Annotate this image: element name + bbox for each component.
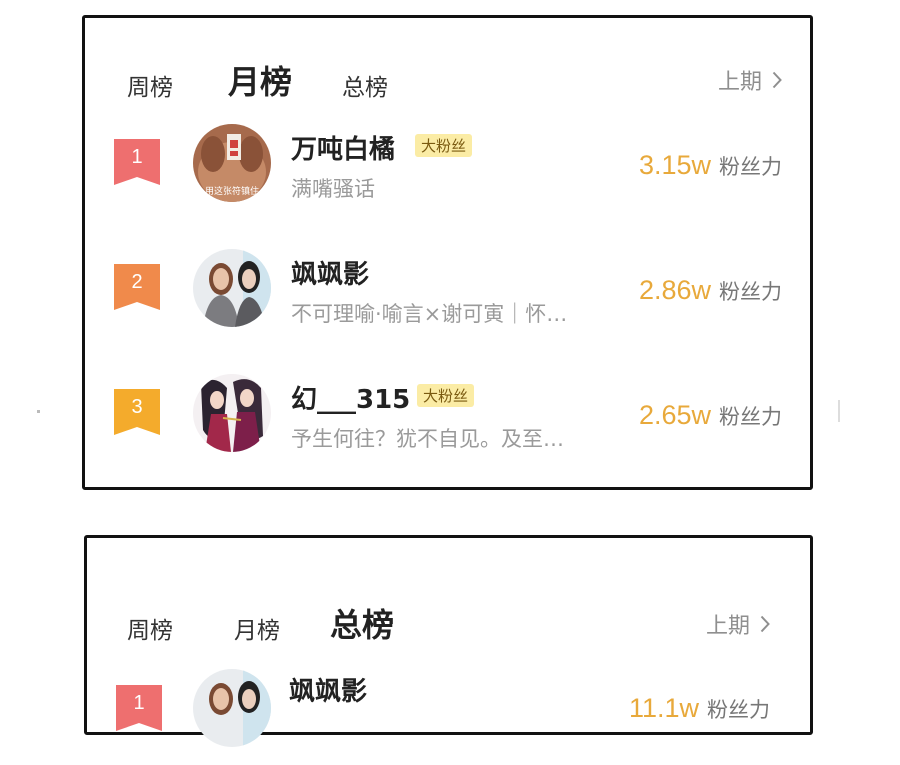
avatar[interactable]: 用这张符镇住 — [193, 124, 271, 202]
previous-period-label: 上期 — [705, 614, 750, 639]
fan-power-value: 11.1w — [628, 693, 699, 723]
user-bio: 不可理喻·喻言×谢可寅｜怀… — [291, 302, 568, 326]
avatar[interactable] — [193, 374, 271, 452]
user-name[interactable]: 幻___315 — [291, 379, 410, 416]
total-leaderboard-card: 周榜 月榜 总榜 上期 1 飒飒影 11.1w 粉丝力 — [84, 535, 813, 747]
rank-badge: 2 — [114, 264, 160, 310]
monthly-leaderboard-card: 周榜 月榜 总榜 上期 1 用这张符镇住 万吨白橘 大粉丝 满嘴骚话 3.15w… — [82, 15, 813, 490]
tab-total[interactable]: 总榜 — [342, 68, 388, 102]
tab-month[interactable]: 月榜 — [234, 611, 280, 645]
tab-week[interactable]: 周榜 — [127, 611, 173, 645]
previous-period-link[interactable]: 上期 — [706, 608, 770, 640]
rank-badge: 1 — [116, 685, 162, 731]
rank-number: 3 — [131, 396, 143, 418]
fan-power-label: 粉丝力 — [719, 155, 782, 179]
user-bio: 予生何往？犹不自见。及至… — [291, 427, 564, 451]
user-name[interactable]: 飒飒影 — [289, 671, 367, 708]
user-name[interactable]: 万吨白橘 — [291, 129, 395, 166]
fan-power-label: 粉丝力 — [719, 405, 782, 429]
fan-power: 11.1w 粉丝力 — [629, 693, 770, 724]
fan-power-value: 2.86w — [638, 275, 711, 305]
previous-period-label: 上期 — [717, 70, 762, 95]
fan-power-value: 3.15w — [638, 150, 711, 180]
rank-number: 1 — [133, 692, 145, 714]
tab-total[interactable]: 总榜 — [330, 600, 394, 646]
rank-number: 1 — [131, 146, 143, 168]
fan-power-label: 粉丝力 — [719, 280, 782, 304]
fan-power: 2.65w 粉丝力 — [639, 400, 782, 431]
chevron-right-icon — [772, 71, 782, 89]
rank-badge: 3 — [114, 389, 160, 435]
rank-number: 2 — [131, 271, 143, 293]
big-fan-badge: 大粉丝 — [417, 384, 475, 407]
tab-week[interactable]: 周榜 — [127, 68, 173, 102]
background-speck — [838, 400, 840, 422]
fan-power-label: 粉丝力 — [707, 698, 770, 722]
tab-month[interactable]: 月榜 — [228, 57, 292, 103]
leaderboard-row[interactable]: 1 用这张符镇住 万吨白橘 大粉丝 满嘴骚话 3.15w 粉丝力 — [85, 117, 810, 217]
chevron-right-icon — [760, 615, 770, 633]
avatar[interactable] — [193, 669, 271, 747]
user-bio: 满嘴骚话 — [291, 177, 375, 201]
leaderboard-row[interactable]: 1 飒飒影 11.1w 粉丝力 — [87, 665, 810, 765]
previous-period-link[interactable]: 上期 — [718, 64, 782, 96]
avatar-caption: 用这张符镇住 — [205, 185, 259, 197]
big-fan-badge: 大粉丝 — [415, 134, 473, 157]
fan-power: 2.86w 粉丝力 — [639, 275, 782, 306]
avatar[interactable] — [193, 249, 271, 327]
rank-badge: 1 — [114, 139, 160, 185]
leaderboard-row[interactable]: 2 飒飒影 不可理喻·喻言×谢可寅｜怀… 2.86w 粉丝力 — [85, 242, 810, 342]
background-speck — [37, 410, 40, 413]
fan-power: 3.15w 粉丝力 — [639, 150, 782, 181]
user-name[interactable]: 飒飒影 — [291, 254, 369, 291]
fan-power-value: 2.65w — [638, 400, 711, 430]
leaderboard-row[interactable]: 3 幻___315 大粉丝 予生何往？犹不自见。及至… 2.65w 粉丝力 — [85, 367, 810, 467]
